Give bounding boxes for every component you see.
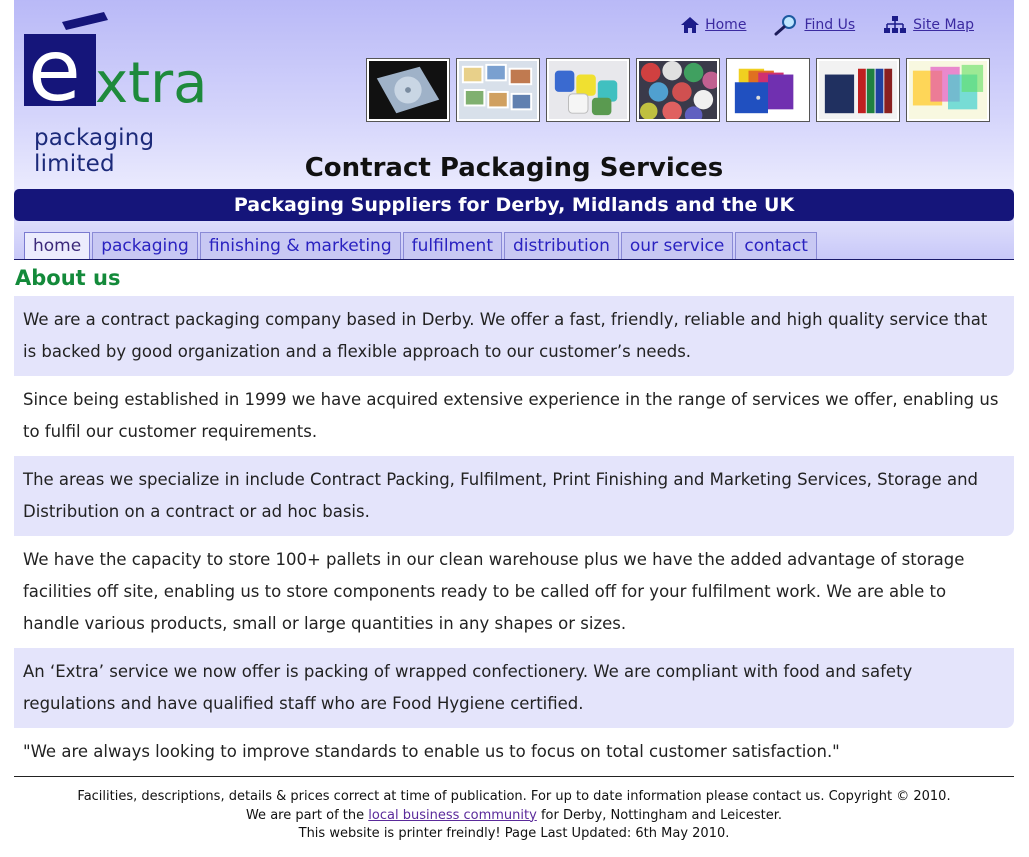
logo-letter: e bbox=[28, 21, 81, 121]
magnifier-icon bbox=[774, 15, 797, 36]
sitemap-icon bbox=[884, 16, 907, 33]
site-map-link[interactable]: Site Map bbox=[883, 14, 974, 36]
footer-community-text-after: for Derby, Nottingham and Leicester. bbox=[536, 807, 783, 823]
page-title: Contract Packaging Services bbox=[304, 153, 724, 183]
home-link[interactable]: Home bbox=[681, 14, 746, 36]
home-icon bbox=[681, 17, 700, 33]
tab-finishing-marketing[interactable]: finishing & marketing bbox=[199, 232, 401, 259]
tab-distribution[interactable]: distribution bbox=[504, 232, 619, 259]
content-paragraph: We are a contract packaging company base… bbox=[14, 296, 1014, 376]
section-heading: About us bbox=[15, 266, 121, 290]
tab-our-service[interactable]: our service bbox=[620, 232, 734, 259]
binders-thumbnail bbox=[816, 58, 900, 122]
find-us-link[interactable]: Find Us bbox=[774, 14, 855, 36]
cd-case-thumbnail bbox=[366, 58, 450, 122]
local-business-community-link[interactable]: local business community bbox=[368, 808, 537, 823]
top-links: Home Find Us Site Map bbox=[681, 14, 974, 36]
photo-cards-thumbnail bbox=[456, 58, 540, 122]
content-paragraph: We have the capacity to store 100+ palle… bbox=[23, 550, 965, 633]
tabs-divider bbox=[14, 259, 1014, 260]
content-paragraph: The areas we specialize in include Contr… bbox=[14, 456, 1014, 536]
site-header: e xtra packaging limited Home Find Us Si… bbox=[14, 0, 1014, 260]
company-logo[interactable]: e xtra packaging limited bbox=[22, 12, 232, 177]
content-paragraph: Since being established in 1999 we have … bbox=[23, 390, 999, 441]
main-nav-tabs: home packaging finishing & marketing ful… bbox=[24, 232, 817, 260]
label-rolls-thumbnail bbox=[546, 58, 630, 122]
content-paragraph: An ‘Extra’ service we now offer is packi… bbox=[14, 648, 1014, 728]
quote-paragraph: "We are always looking to improve standa… bbox=[23, 742, 840, 761]
tab-home[interactable]: home bbox=[24, 232, 91, 260]
logo-word: xtra bbox=[95, 51, 207, 116]
product-thumbnails bbox=[366, 58, 990, 122]
tab-packaging[interactable]: packaging bbox=[92, 232, 198, 259]
footer-divider bbox=[14, 776, 1014, 777]
footer-community-line: We are part of the local business commun… bbox=[14, 807, 1014, 826]
tab-fulfilment[interactable]: fulfilment bbox=[402, 232, 502, 259]
footer-updated: This website is printer freindly! Page L… bbox=[298, 826, 730, 841]
subtitle-banner: Packaging Suppliers for Derby, Midlands … bbox=[14, 189, 1014, 221]
home-link-label: Home bbox=[705, 17, 747, 33]
chocolate-balls-thumbnail bbox=[636, 58, 720, 122]
site-map-link-label: Site Map bbox=[913, 17, 974, 33]
site-footer: Facilities, descriptions, details & pric… bbox=[14, 788, 1014, 844]
plastic-cases-thumbnail bbox=[906, 58, 990, 122]
tab-contact[interactable]: contact bbox=[735, 232, 817, 259]
folders-thumbnail bbox=[726, 58, 810, 122]
footer-disclaimer: Facilities, descriptions, details & pric… bbox=[77, 789, 951, 804]
find-us-link-label: Find Us bbox=[804, 17, 856, 33]
page: e xtra packaging limited Home Find Us Si… bbox=[14, 0, 1014, 841]
footer-community-text-before: We are part of the bbox=[245, 807, 369, 823]
